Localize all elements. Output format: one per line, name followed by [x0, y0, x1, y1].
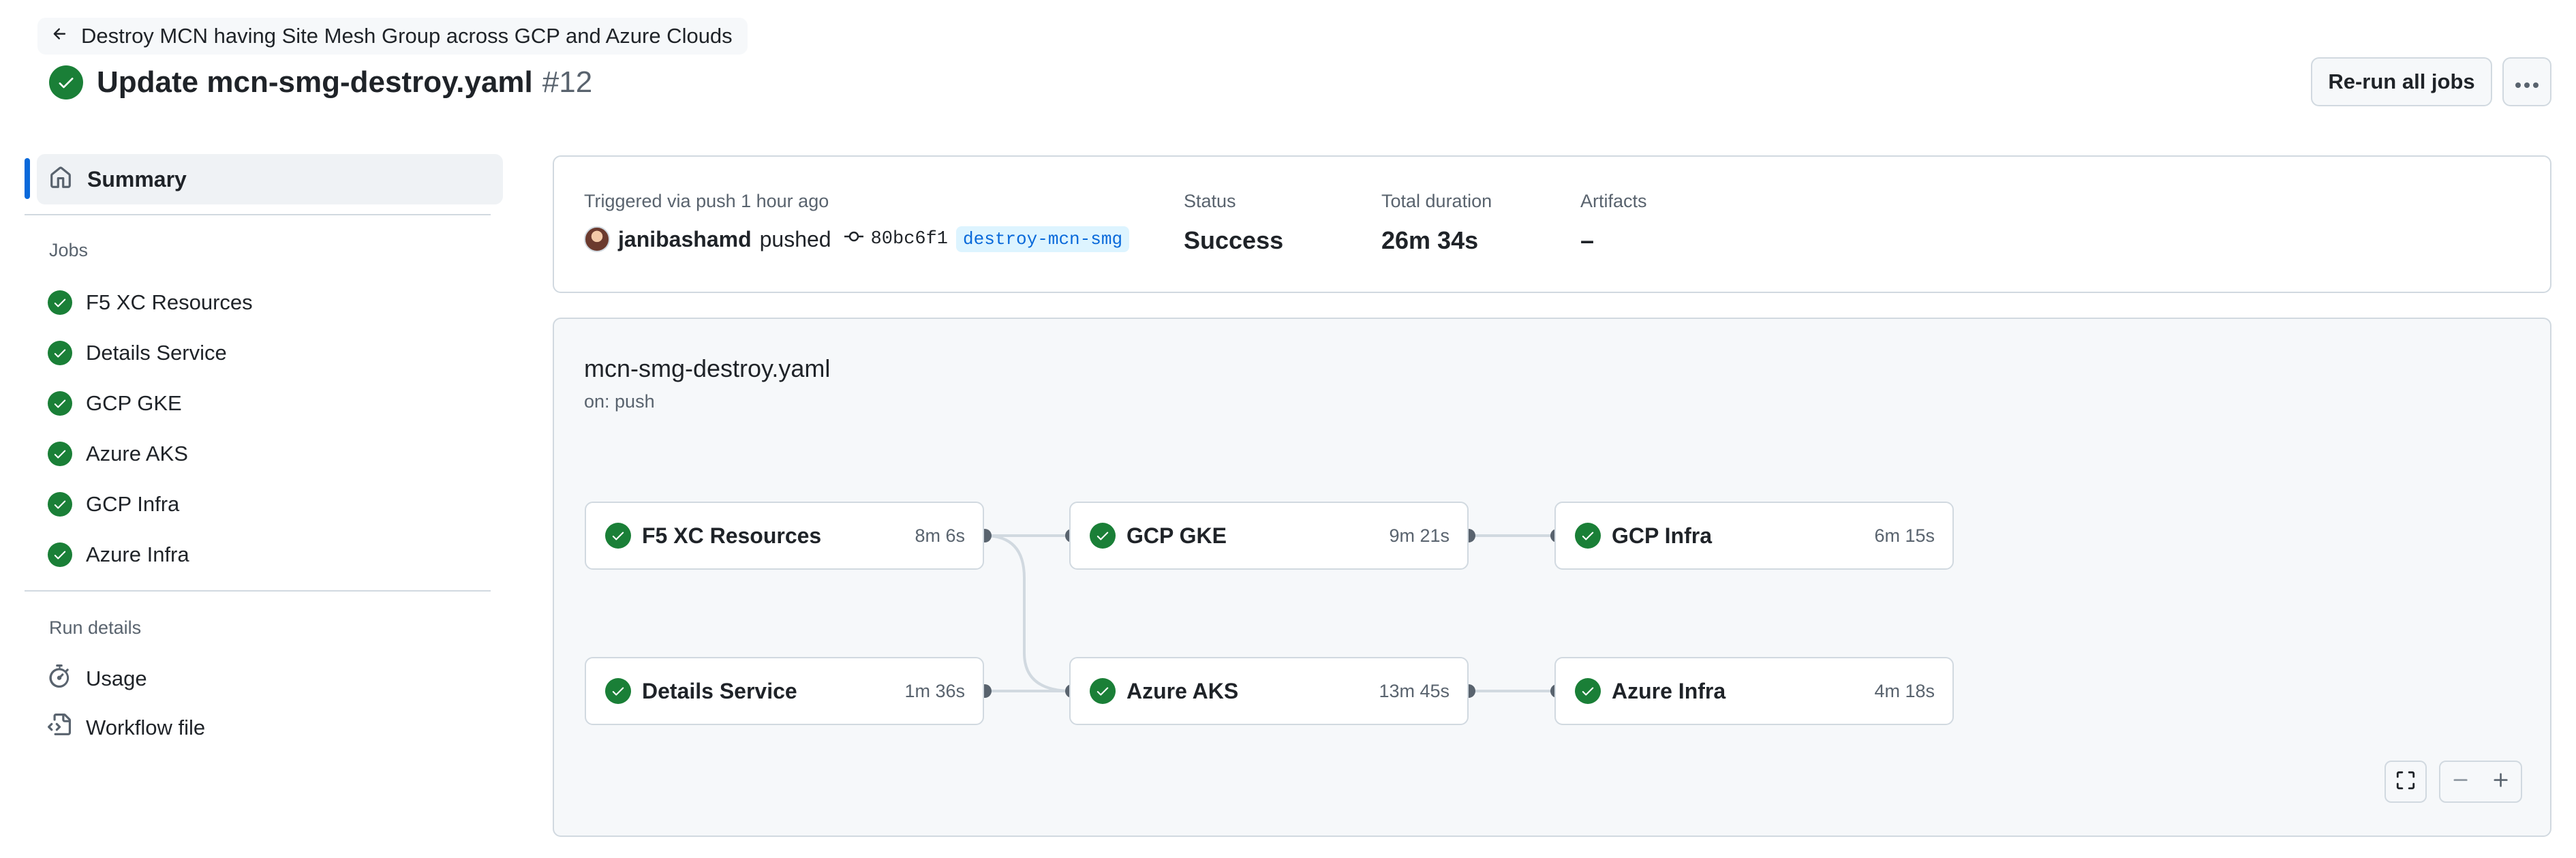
run-number: #12 [542, 65, 593, 99]
success-check-icon [48, 391, 72, 416]
divider [25, 214, 491, 215]
active-indicator [25, 158, 30, 199]
zoom-out-button[interactable] [2440, 771, 2481, 793]
job-node-duration: 9m 21s [1389, 525, 1450, 546]
divider [25, 590, 491, 592]
jobs-heading: Jobs [49, 240, 89, 260]
screen-full-icon [2395, 770, 2416, 794]
sidebar-item-workflow-file[interactable]: Workflow file [48, 707, 205, 748]
success-check-icon [48, 442, 72, 466]
success-check-icon [48, 492, 72, 517]
sidebar-item-label: Summary [87, 166, 187, 191]
workflow-graph-panel: mcn-smg-destroy.yaml on: push F5 XC Reso… [553, 318, 2551, 837]
status-value: Success [1184, 226, 1284, 254]
trigger-text: Triggered via push 1 hour ago [584, 191, 829, 211]
pushed-text: pushed [759, 226, 831, 251]
job-label: F5 XC Resources [86, 290, 253, 314]
dash-icon [2451, 771, 2470, 793]
file-code-icon [48, 714, 71, 742]
branch-tag[interactable]: destroy-mcn-smg [956, 226, 1130, 252]
artifacts-label: Artifacts [1580, 191, 1647, 211]
kebab-horizontal-icon [2515, 70, 2539, 94]
duration-value: 26m 34s [1381, 226, 1479, 254]
detail-label: Workflow file [86, 716, 206, 739]
home-icon [49, 166, 72, 193]
rerun-all-jobs-button[interactable]: Re-run all jobs [2311, 57, 2492, 106]
status-label: Status [1184, 191, 1236, 211]
more-options-button[interactable] [2502, 57, 2551, 106]
sidebar-item-summary[interactable]: Summary [37, 154, 503, 204]
job-node-name: F5 XC Resources [642, 523, 822, 548]
sidebar-job-gcp-infra[interactable]: GCP Infra [48, 484, 179, 525]
sidebar-job-details-service[interactable]: Details Service [48, 333, 227, 373]
run-title: Update mcn-smg-destroy.yaml [97, 65, 533, 99]
job-node-name: Azure AKS [1126, 678, 1239, 703]
job-node-azure-infra[interactable]: Azure Infra 4m 18s [1554, 657, 1954, 725]
success-check-icon [1575, 678, 1601, 704]
sidebar-job-azure-aks[interactable]: Azure AKS [48, 433, 188, 474]
plus-icon [2491, 771, 2511, 793]
run-summary-card: Triggered via push 1 hour ago janibasham… [553, 155, 2551, 293]
zoom-controls [2439, 761, 2522, 803]
job-node-duration: 4m 18s [1874, 680, 1935, 701]
detail-label: Usage [86, 667, 147, 690]
zoom-in-button[interactable] [2481, 771, 2521, 793]
fullscreen-button[interactable] [2385, 761, 2427, 803]
job-node-name: GCP Infra [1612, 523, 1712, 548]
back-link-label: Destroy MCN having Site Mesh Group acros… [81, 24, 733, 48]
job-label: Azure Infra [86, 542, 189, 566]
back-to-workflow-link[interactable]: Destroy MCN having Site Mesh Group acros… [37, 18, 748, 55]
job-node-azure-aks[interactable]: Azure AKS 13m 45s [1069, 657, 1469, 725]
edge-f5-to-aks [984, 534, 1073, 692]
sidebar-item-usage[interactable]: Usage [48, 658, 147, 699]
job-label: GCP GKE [86, 391, 182, 415]
rerun-label: Re-run all jobs [2328, 70, 2475, 93]
success-check-icon [1090, 678, 1116, 704]
duration-label: Total duration [1381, 191, 1492, 211]
stopwatch-icon [48, 664, 71, 693]
job-node-duration: 8m 6s [915, 525, 965, 546]
job-node-f5-xc-resources[interactable]: F5 XC Resources 8m 6s [585, 502, 984, 570]
job-node-duration: 6m 15s [1874, 525, 1935, 546]
avatar [584, 226, 610, 252]
actor-link[interactable]: janibashamd [618, 227, 752, 252]
job-connectors [978, 529, 1564, 698]
page-title: Update mcn-smg-destroy.yaml #12 [49, 61, 592, 104]
job-node-gcp-infra[interactable]: GCP Infra 6m 15s [1554, 502, 1954, 570]
job-node-name: Details Service [642, 678, 797, 703]
success-check-icon [1090, 523, 1116, 549]
arrow-left-icon [51, 24, 69, 48]
commit-sha: 80bc6f1 [870, 229, 949, 249]
job-node-gcp-gke[interactable]: GCP GKE 9m 21s [1069, 502, 1469, 570]
push-info: janibashamd pushed 80bc6f1 destroy-mcn-s… [584, 226, 1130, 252]
job-label: Details Service [86, 341, 227, 365]
success-check-icon [48, 341, 72, 365]
job-node-duration: 1m 36s [904, 680, 965, 701]
success-check-icon [605, 678, 631, 704]
commit-link[interactable]: 80bc6f1 [844, 229, 948, 249]
job-node-details-service[interactable]: Details Service 1m 36s [585, 657, 984, 725]
job-node-name: Azure Infra [1612, 678, 1726, 703]
job-label: Azure AKS [86, 442, 188, 465]
run-details-heading: Run details [49, 617, 142, 638]
job-node-duration: 13m 45s [1379, 680, 1450, 701]
job-label: GCP Infra [86, 492, 180, 516]
success-check-icon [1575, 523, 1601, 549]
success-check-icon [48, 290, 72, 315]
job-node-name: GCP GKE [1126, 523, 1227, 548]
sidebar-job-azure-infra[interactable]: Azure Infra [48, 534, 189, 575]
sidebar-job-f5-xc-resources[interactable]: F5 XC Resources [48, 282, 253, 323]
artifacts-value: – [1580, 226, 1595, 254]
success-check-icon [49, 65, 83, 99]
sidebar-job-gcp-gke[interactable]: GCP GKE [48, 383, 182, 424]
git-commit-icon [844, 229, 864, 249]
success-check-icon [48, 542, 72, 567]
success-check-icon [605, 523, 631, 549]
